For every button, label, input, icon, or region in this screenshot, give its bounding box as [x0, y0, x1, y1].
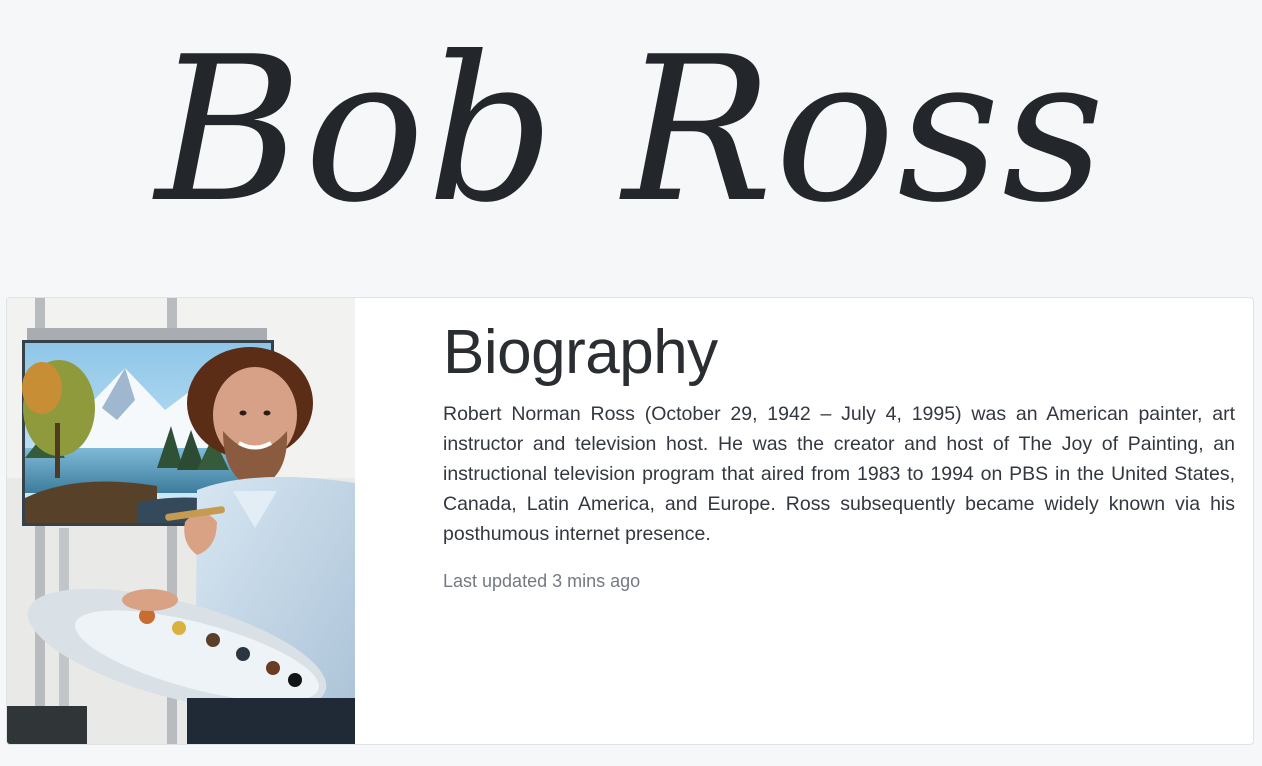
page: Bob Ross Biography Robert Norman Ross (O… — [0, 0, 1262, 766]
page-header: Bob Ross — [0, 0, 1262, 292]
last-updated-text: Last updated 3 mins ago — [443, 571, 641, 592]
biography-text: Robert Norman Ross (October 29, 1942 – J… — [443, 403, 1235, 546]
biography-card: Biography Robert Norman Ross (October 29… — [6, 297, 1254, 745]
card-body: Biography Robert Norman Ross (October 29… — [443, 320, 1235, 592]
page-title: Bob Ross — [155, 14, 1107, 247]
bob-ross-photo — [7, 298, 355, 744]
card-title: Biography — [443, 318, 718, 387]
